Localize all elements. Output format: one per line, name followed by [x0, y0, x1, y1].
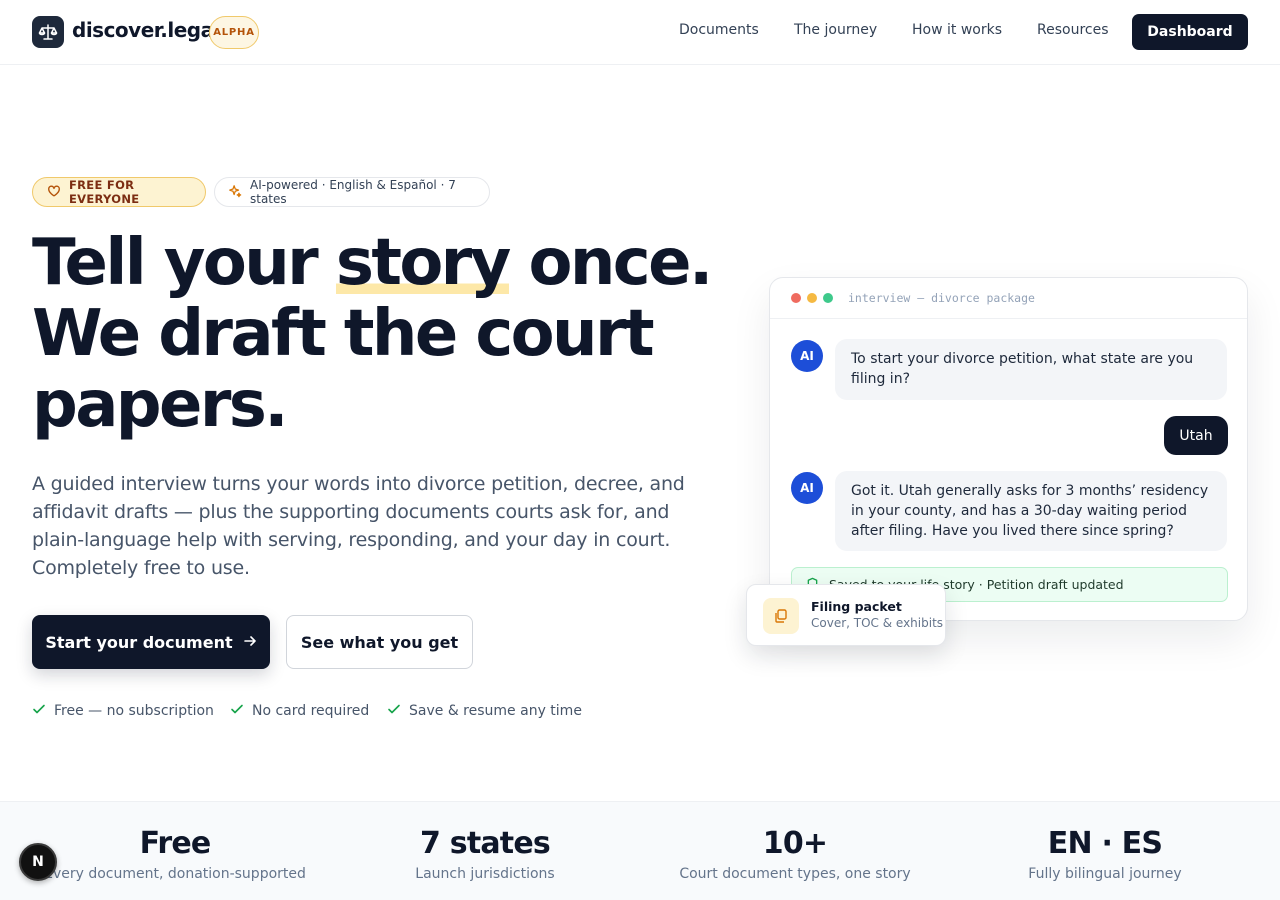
check-icon [32, 702, 46, 720]
check-icon [230, 702, 244, 720]
site-header: discover.legal ALPHA Documents The journ… [0, 0, 1280, 65]
sparkle-icon [228, 184, 242, 201]
ai-features-pill: AI-powered · English & Español · 7 state… [214, 177, 490, 207]
stat-label: Fully bilingual journey [1028, 866, 1182, 882]
window-close-dot [791, 293, 801, 303]
ai-message: Got it. Utah generally asks for 3 months… [835, 471, 1227, 551]
interview-chat-window: interview — divorce package AI To start … [769, 277, 1248, 621]
stat-value: 7 states [420, 826, 551, 861]
packet-title: Filing packet [811, 599, 902, 614]
dev-tools-badge[interactable]: N [19, 843, 57, 881]
ai-message: To start your divorce petition, what sta… [835, 339, 1227, 400]
stat-label: Court document types, one story [679, 866, 911, 882]
ai-avatar: AI [791, 340, 823, 372]
start-document-label: Start your document [45, 632, 233, 652]
check-label: No card required [252, 703, 370, 719]
headline-highlight: story [335, 226, 511, 300]
chat-titlebar: interview — divorce package [770, 278, 1247, 319]
stat-label: Every document, donation-supported [44, 866, 306, 882]
stat-value: EN · ES [1047, 826, 1163, 861]
pill-free-label: FREE FOR EVERYONE [69, 178, 140, 206]
headline-part2: once. [508, 226, 713, 300]
check-item-free: Free — no subscription [32, 702, 214, 720]
ai-avatar: AI [791, 472, 823, 504]
start-document-button[interactable]: Start your document [32, 615, 270, 669]
check-item-no-card: No card required [230, 702, 369, 720]
check-label: Free — no subscription [54, 703, 214, 719]
nav-the-journey[interactable]: The journey [794, 22, 877, 38]
headline-part1: Tell your [32, 226, 336, 300]
check-item-save-resume: Save & resume any time [387, 702, 582, 720]
check-icon [387, 702, 401, 720]
scales-logo-icon[interactable] [32, 16, 64, 48]
check-label: Save & resume any time [409, 703, 582, 719]
stat-languages: EN · ES Fully bilingual journey [950, 826, 1260, 882]
stat-document-types: 10+ Court document types, one story [640, 826, 950, 882]
nav-how-it-works[interactable]: How it works [912, 22, 1002, 38]
dashboard-button[interactable]: Dashboard [1132, 14, 1248, 50]
stat-free: Free Every document, donation-supported [20, 826, 330, 882]
chat-title: interview — divorce package [848, 291, 1035, 305]
nav-resources[interactable]: Resources [1037, 22, 1109, 38]
pill-ai-label: AI-powered · English & Español · 7 state… [250, 178, 456, 206]
stat-value: 10+ [762, 826, 828, 861]
documents-icon [763, 598, 799, 634]
nav-documents[interactable]: Documents [679, 22, 759, 38]
stats-band: Free Every document, donation-supported … [0, 801, 1280, 900]
brand-name[interactable]: discover.legal [72, 18, 220, 42]
headline-line2: We draft the court [32, 297, 655, 371]
stat-states: 7 states Launch jurisdictions [330, 826, 640, 882]
packet-subtitle: Cover, TOC & exhibits [811, 616, 944, 630]
window-maximize-dot [823, 293, 833, 303]
window-minimize-dot [807, 293, 817, 303]
filing-packet-card: Filing packet Cover, TOC & exhibits [746, 584, 946, 646]
hero-headline: Tell your story once. We draft the court… [32, 226, 752, 442]
see-what-you-get-button[interactable]: See what you get [286, 615, 473, 669]
stat-value: Free [139, 826, 212, 861]
free-for-everyone-pill: FREE FOR EVERYONE [32, 177, 206, 207]
arrow-right-icon [243, 633, 257, 652]
heart-icon [47, 184, 61, 201]
alpha-badge: ALPHA [209, 16, 259, 49]
user-message: Utah [1164, 416, 1228, 455]
hero-description: A guided interview turns your words into… [32, 473, 685, 579]
stat-label: Launch jurisdictions [415, 866, 555, 882]
headline-line3: papers. [32, 368, 289, 442]
